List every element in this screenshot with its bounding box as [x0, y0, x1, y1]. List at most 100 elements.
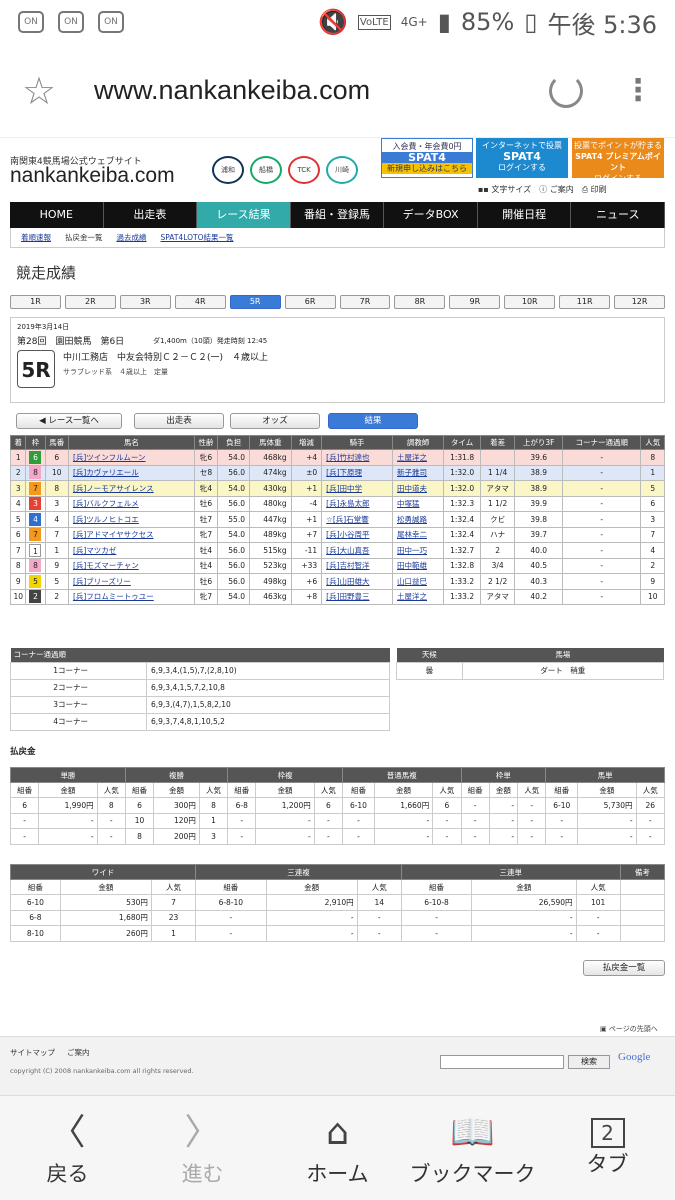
guide-link[interactable]: ⓘ ご案内 [539, 184, 574, 195]
result-cell[interactable]: 山口益巳 [391, 573, 445, 590]
race-tab[interactable]: 11R [559, 295, 611, 309]
nav-results[interactable]: レース結果 [197, 202, 291, 228]
result-cell[interactable]: 尾林幸二 [391, 526, 445, 543]
result-cell[interactable]: [兵]田野豊三 [321, 588, 393, 605]
result-cell[interactable]: [兵]モズマーチャン [67, 557, 195, 574]
odds-button[interactable]: オッズ [230, 413, 320, 429]
result-cell[interactable]: [兵]永島太郎 [321, 495, 393, 512]
result-row: 3 7 8 [兵]ノーモアサイレンス 牝4 54.0 430kg +1 [兵]田中学 田中道夫 1:… [9, 480, 665, 497]
result-cell[interactable]: [兵]大山真吾 [321, 542, 393, 559]
result-cell: 38.9 [514, 480, 564, 497]
subnav-past[interactable]: 過去成績 [117, 232, 147, 243]
site-logo[interactable]: nankankeiba.com [10, 164, 175, 188]
result-cell[interactable]: [兵]マツカゼ [67, 542, 195, 559]
race-list-button[interactable]: ◀ レース一覧へ [16, 413, 122, 429]
result-cell: - [562, 557, 642, 574]
back-button[interactable]: 〈戻る [0, 1096, 135, 1200]
result-header: 着 [9, 435, 27, 450]
payout-cell: - [265, 909, 358, 926]
subnav-sokuhou[interactable]: 着順速報 [21, 232, 51, 243]
nav-entries[interactable]: 出走表 [104, 202, 198, 228]
result-cell[interactable]: [兵]ノーモアサイレンス [67, 480, 195, 497]
result-cell: 1:32.8 [443, 557, 481, 574]
race-tab[interactable]: 12R [614, 295, 666, 309]
home-button[interactable]: ⌂ ホーム [270, 1096, 405, 1200]
forward-button[interactable]: 〉進む [135, 1096, 270, 1200]
url-field[interactable]: www.nankankeiba.com [82, 75, 549, 106]
menu-kebab-icon[interactable]: ⋮ [623, 75, 653, 105]
corner-row: 4コーナー 6,9,3,7,4,8,1,10,5,2 [10, 712, 390, 731]
footer-search-input[interactable] [440, 1055, 564, 1069]
race-tab[interactable]: 6R [284, 295, 336, 309]
print-link[interactable]: ⎙ 印刷 [582, 184, 607, 195]
result-row: 7 1 1 [兵]マツカゼ 牡4 56.0 515kg -11 [兵]大山真吾 田中一巧 1:32.… [9, 542, 665, 559]
spat4-premium-banner[interactable]: 投票でポイントが貯まる SPAT4 プレミアムポイント ログインする [572, 138, 664, 183]
nav-news[interactable]: ニュース [571, 202, 666, 228]
spat4-signup-banner[interactable]: 入会費・年会費0円 SPAT4 新規申し込みはこちら [381, 138, 473, 178]
bookmark-button[interactable]: 📖 ブックマーク [405, 1096, 540, 1200]
race-card-button[interactable]: 出走表 [134, 413, 224, 429]
result-cell[interactable]: [兵]バルクフェルメ [67, 495, 195, 512]
nav-schedule[interactable]: 開催日程 [478, 202, 572, 228]
font-size-tool[interactable]: ▪▪ 文字サイズ [478, 184, 531, 195]
tck-logo-icon[interactable]: TCK [288, 156, 320, 184]
result-cell[interactable]: [兵]アドマイヤサクセス [67, 526, 195, 543]
race-tab[interactable]: 7R [339, 295, 391, 309]
funabashi-logo-icon[interactable]: 船橋 [250, 156, 282, 184]
spat4-login-banner[interactable]: インターネットで投票 SPAT4 ログインする [476, 138, 568, 178]
nav-programs[interactable]: 番組・登録馬 [291, 202, 385, 228]
result-cell[interactable]: 中塚猛 [391, 495, 445, 512]
result-cell[interactable]: 田中範雄 [391, 557, 445, 574]
payout-list-button[interactable]: 払戻金一覧 [583, 960, 665, 976]
race-tab[interactable]: 1R [10, 295, 61, 309]
result-cell: 489kg [248, 526, 292, 543]
race-tab[interactable]: 3R [119, 295, 171, 309]
result-cell[interactable]: 土屋洋之 [391, 449, 445, 466]
subnav-loto[interactable]: SPAT4LOTO結果一覧 [161, 232, 234, 243]
result-cell[interactable]: [兵]ツルノヒトコエ [67, 511, 195, 528]
result-cell[interactable]: ☆[兵]石堂響 [321, 511, 393, 528]
kawasaki-logo-icon[interactable]: 川崎 [326, 156, 358, 184]
subnav-payouts[interactable]: 払戻金一覧 [65, 232, 103, 243]
race-tab[interactable]: 4R [174, 295, 226, 309]
footer-guide-link[interactable]: ご案内 [67, 1047, 90, 1058]
result-cell: 8 [640, 449, 665, 466]
result-cell[interactable]: 田中道夫 [391, 480, 445, 497]
battery-level: 85% [460, 8, 515, 36]
payout-group-header: 枠複 [227, 767, 344, 783]
payout-cell: 8 [96, 797, 126, 814]
result-cell[interactable]: [兵]小谷周平 [321, 526, 393, 543]
result-cell[interactable]: [兵]田中学 [321, 480, 393, 497]
result-cell[interactable]: [兵]ブリーズリー [67, 573, 195, 590]
race-tab[interactable]: 10R [504, 295, 556, 309]
result-cell: 54.0 [217, 480, 250, 497]
nav-home[interactable]: HOME [10, 202, 104, 228]
reload-icon[interactable] [549, 73, 583, 108]
race-tab[interactable]: 9R [449, 295, 501, 309]
race-tab[interactable]: 8R [394, 295, 446, 309]
result-cell[interactable]: 松勇誠路 [391, 511, 445, 528]
result-cell[interactable]: [兵]山田雄大 [321, 573, 393, 590]
sitemap-link[interactable]: サイトマップ [10, 1047, 55, 1058]
result-cell[interactable]: [兵]フロムミートゥユー [67, 588, 195, 605]
race-tab[interactable]: 5R [229, 295, 281, 309]
race-tab[interactable]: 2R [64, 295, 116, 309]
results-table: 着枠馬番 馬名 性齢 負担 馬体重 増減 騎手 調教師 タイム 着差 上がり3F コーナー通過順 人気 … [9, 435, 665, 605]
page-top-link[interactable]: ▣ ページの先頭へ [600, 1024, 658, 1034]
result-cell[interactable]: 田中一巧 [391, 542, 445, 559]
result-cell[interactable]: [兵]カヴァリエール [67, 464, 195, 481]
footer-search-button[interactable]: 検索 [568, 1055, 610, 1069]
tabs-button[interactable]: 2 タブ [540, 1096, 675, 1200]
result-cell[interactable]: [兵]竹村達也 [321, 449, 393, 466]
result-button[interactable]: 結果 [328, 413, 418, 429]
result-cell[interactable]: [兵]下原理 [321, 464, 393, 481]
result-cell[interactable]: [兵]吉村智洋 [321, 557, 393, 574]
nav-databox[interactable]: データBOX [384, 202, 478, 228]
bookmark-star-icon[interactable]: ☆ [22, 69, 82, 113]
result-cell[interactable]: [兵]ツインフルムーン [67, 449, 195, 466]
urawa-logo-icon[interactable]: 浦和 [212, 156, 244, 184]
result-cell: 6 [44, 449, 69, 466]
result-cell[interactable]: 新子雅司 [391, 464, 445, 481]
result-cell[interactable]: 土屋洋之 [391, 588, 445, 605]
result-cell: -4 [290, 495, 323, 512]
